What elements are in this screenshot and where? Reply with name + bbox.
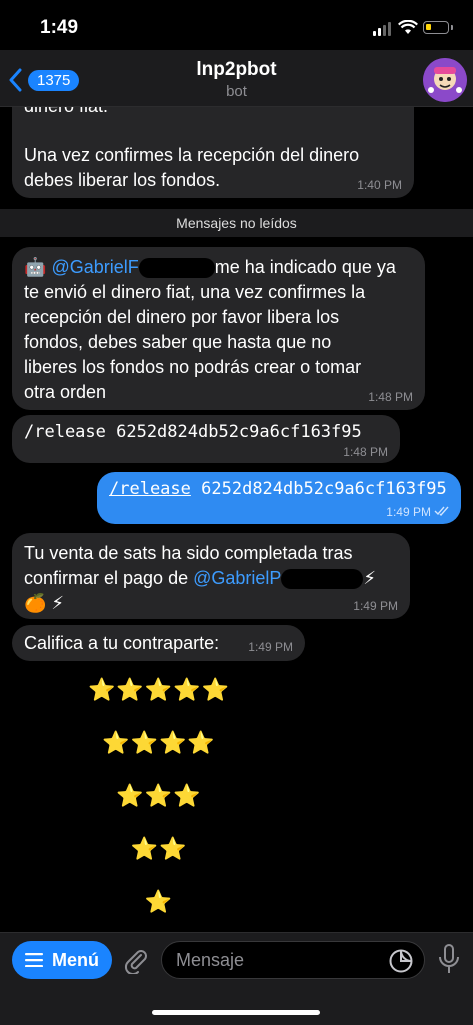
message-time: 1:48 PM [343, 445, 388, 459]
unread-divider: Mensajes no leídos [0, 209, 473, 237]
attachment-icon[interactable] [122, 946, 150, 974]
message-text: liberes los fondos no podrás crear o tom… [24, 357, 362, 377]
message-text: recepción del dinero por favor libera lo… [24, 307, 340, 327]
menu-icon [25, 953, 43, 967]
chat-header: 1375 lnp2pbot bot [0, 50, 473, 107]
incoming-message[interactable]: /release 6252d824db52c9a6cf163f95 1:48 P… [12, 415, 400, 463]
command-argument: 6252d824db52c9a6cf163f95 [201, 479, 447, 499]
bot-avatar-image [423, 58, 467, 102]
rating-5-stars-button[interactable]: ⭐⭐⭐⭐⭐ [0, 677, 318, 703]
message-text: debes liberar los fondos. [24, 170, 221, 190]
message-text: Tu venta de sats ha sido completada tras [24, 543, 353, 563]
sticker-icon[interactable] [388, 948, 414, 974]
message-input-placeholder: Mensaje [176, 950, 245, 970]
status-time: 1:49 [40, 17, 79, 38]
rating-3-stars-button[interactable]: ⭐⭐⭐ [0, 783, 318, 809]
message-input[interactable]: Mensaje [161, 941, 425, 979]
incoming-message[interactable]: Califica a tu contraparte: 1:49 PM [12, 625, 305, 661]
message-line: confirmar el pago de @GabrielP ⚡ [24, 566, 398, 591]
message-time: 1:49 PM [386, 505, 431, 519]
rating-2-stars-button[interactable]: ⭐⭐ [0, 836, 318, 862]
outgoing-message[interactable]: /release 6252d824db52c9a6cf163f95 1:49 P… [97, 472, 461, 524]
wifi-icon [398, 20, 418, 34]
rating-4-stars-button[interactable]: ⭐⭐⭐⭐ [0, 730, 318, 756]
user-mention[interactable]: @GabrielF [51, 257, 138, 277]
message-line: 🤖 @GabrielF me ha indicado que ya [24, 255, 413, 280]
incoming-message[interactable]: Tu venta de sats ha sido completada tras… [12, 533, 410, 619]
command-link[interactable]: /release [109, 479, 191, 499]
bot-avatar[interactable] [423, 58, 467, 102]
lightning-emoji: ⚡ [363, 568, 377, 588]
message-time: 1:40 PM [357, 178, 402, 192]
redaction [138, 258, 215, 279]
message-time: 1:49 PM [248, 640, 293, 654]
message-line: /release 6252d824db52c9a6cf163f95 [109, 477, 449, 502]
home-indicator [152, 1010, 320, 1015]
bot-menu-button[interactable]: Menú [12, 941, 112, 979]
message-text: me ha indicado que ya [214, 257, 396, 277]
status-bar: 1:49 [0, 0, 473, 50]
message-text: Una vez confirmes la recepción del diner… [24, 145, 360, 165]
message-time: 1:48 PM [368, 390, 413, 404]
rating-1-star-button[interactable]: ⭐ [0, 889, 318, 915]
message-text: fondos, debes saber que hasta que no [24, 332, 332, 352]
message-text: 🍊 ⚡ [24, 593, 65, 613]
signal-icon [373, 22, 393, 36]
message-text: confirmar el pago de [24, 568, 189, 588]
robot-emoji: 🤖 [24, 257, 47, 277]
message-time: 1:49 PM [353, 599, 398, 613]
menu-label: Menú [52, 950, 99, 970]
message-text: /release 6252d824db52c9a6cf163f95 [24, 422, 362, 442]
message-text: otra orden [24, 382, 107, 402]
battery-icon [423, 21, 453, 34]
microphone-icon[interactable] [438, 944, 460, 976]
incoming-message[interactable]: 🤖 @GabrielF me ha indicado que ya te envi… [12, 247, 425, 410]
chat-title[interactable]: lnp2pbot [0, 59, 473, 81]
read-checkmarks-icon [434, 506, 449, 516]
message-text: te envió el dinero fiat, una vez confirm… [24, 282, 366, 302]
chat-subtitle: bot [226, 83, 247, 100]
redaction [281, 569, 364, 590]
user-mention[interactable]: @GabrielP [193, 568, 281, 588]
